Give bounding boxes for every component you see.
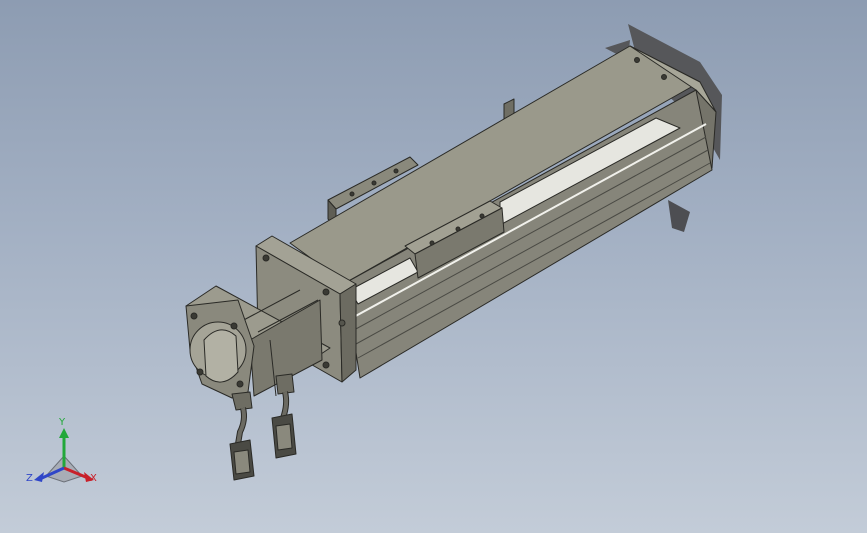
flange-hole-bottom-right (322, 361, 330, 369)
encoder-cover (203, 329, 239, 383)
connector-right-face (275, 423, 293, 451)
model-shadow-bottom (668, 200, 690, 232)
x-axis-label: X (90, 473, 97, 484)
end-cap-hole-2 (661, 74, 667, 80)
end-cap-hole-1 (634, 57, 640, 63)
cable-gland-left (231, 391, 253, 411)
y-axis-label: Y (59, 417, 66, 428)
cad-viewport[interactable]: Y Z X (0, 0, 867, 533)
carriage-hole-1 (429, 240, 435, 246)
rail-block-hole-3 (393, 168, 399, 174)
orientation-triad[interactable]: Y Z X (26, 418, 106, 490)
carriage-hole-3 (479, 213, 485, 219)
motor-flange-side (339, 283, 357, 383)
linear-actuator-model[interactable] (0, 0, 867, 533)
motor-screw-bottom-left (196, 368, 204, 376)
z-axis-label: Z (26, 473, 33, 484)
rail-block-hole-2 (371, 180, 377, 186)
motor-screw-top-right (230, 322, 238, 330)
motor-screw-top-left (190, 312, 198, 320)
flange-screw-side (338, 319, 346, 327)
cable-gland-right (275, 373, 295, 395)
z-arrowhead (34, 472, 44, 482)
rail-block-hole-1 (349, 191, 355, 197)
carriage-hole-2 (455, 226, 461, 232)
flange-hole-top-right (322, 288, 330, 296)
motor-screw-bottom-right (236, 380, 244, 388)
y-arrowhead (59, 428, 69, 438)
flange-hole-top-left (262, 254, 270, 262)
connector-left-face (233, 449, 251, 475)
